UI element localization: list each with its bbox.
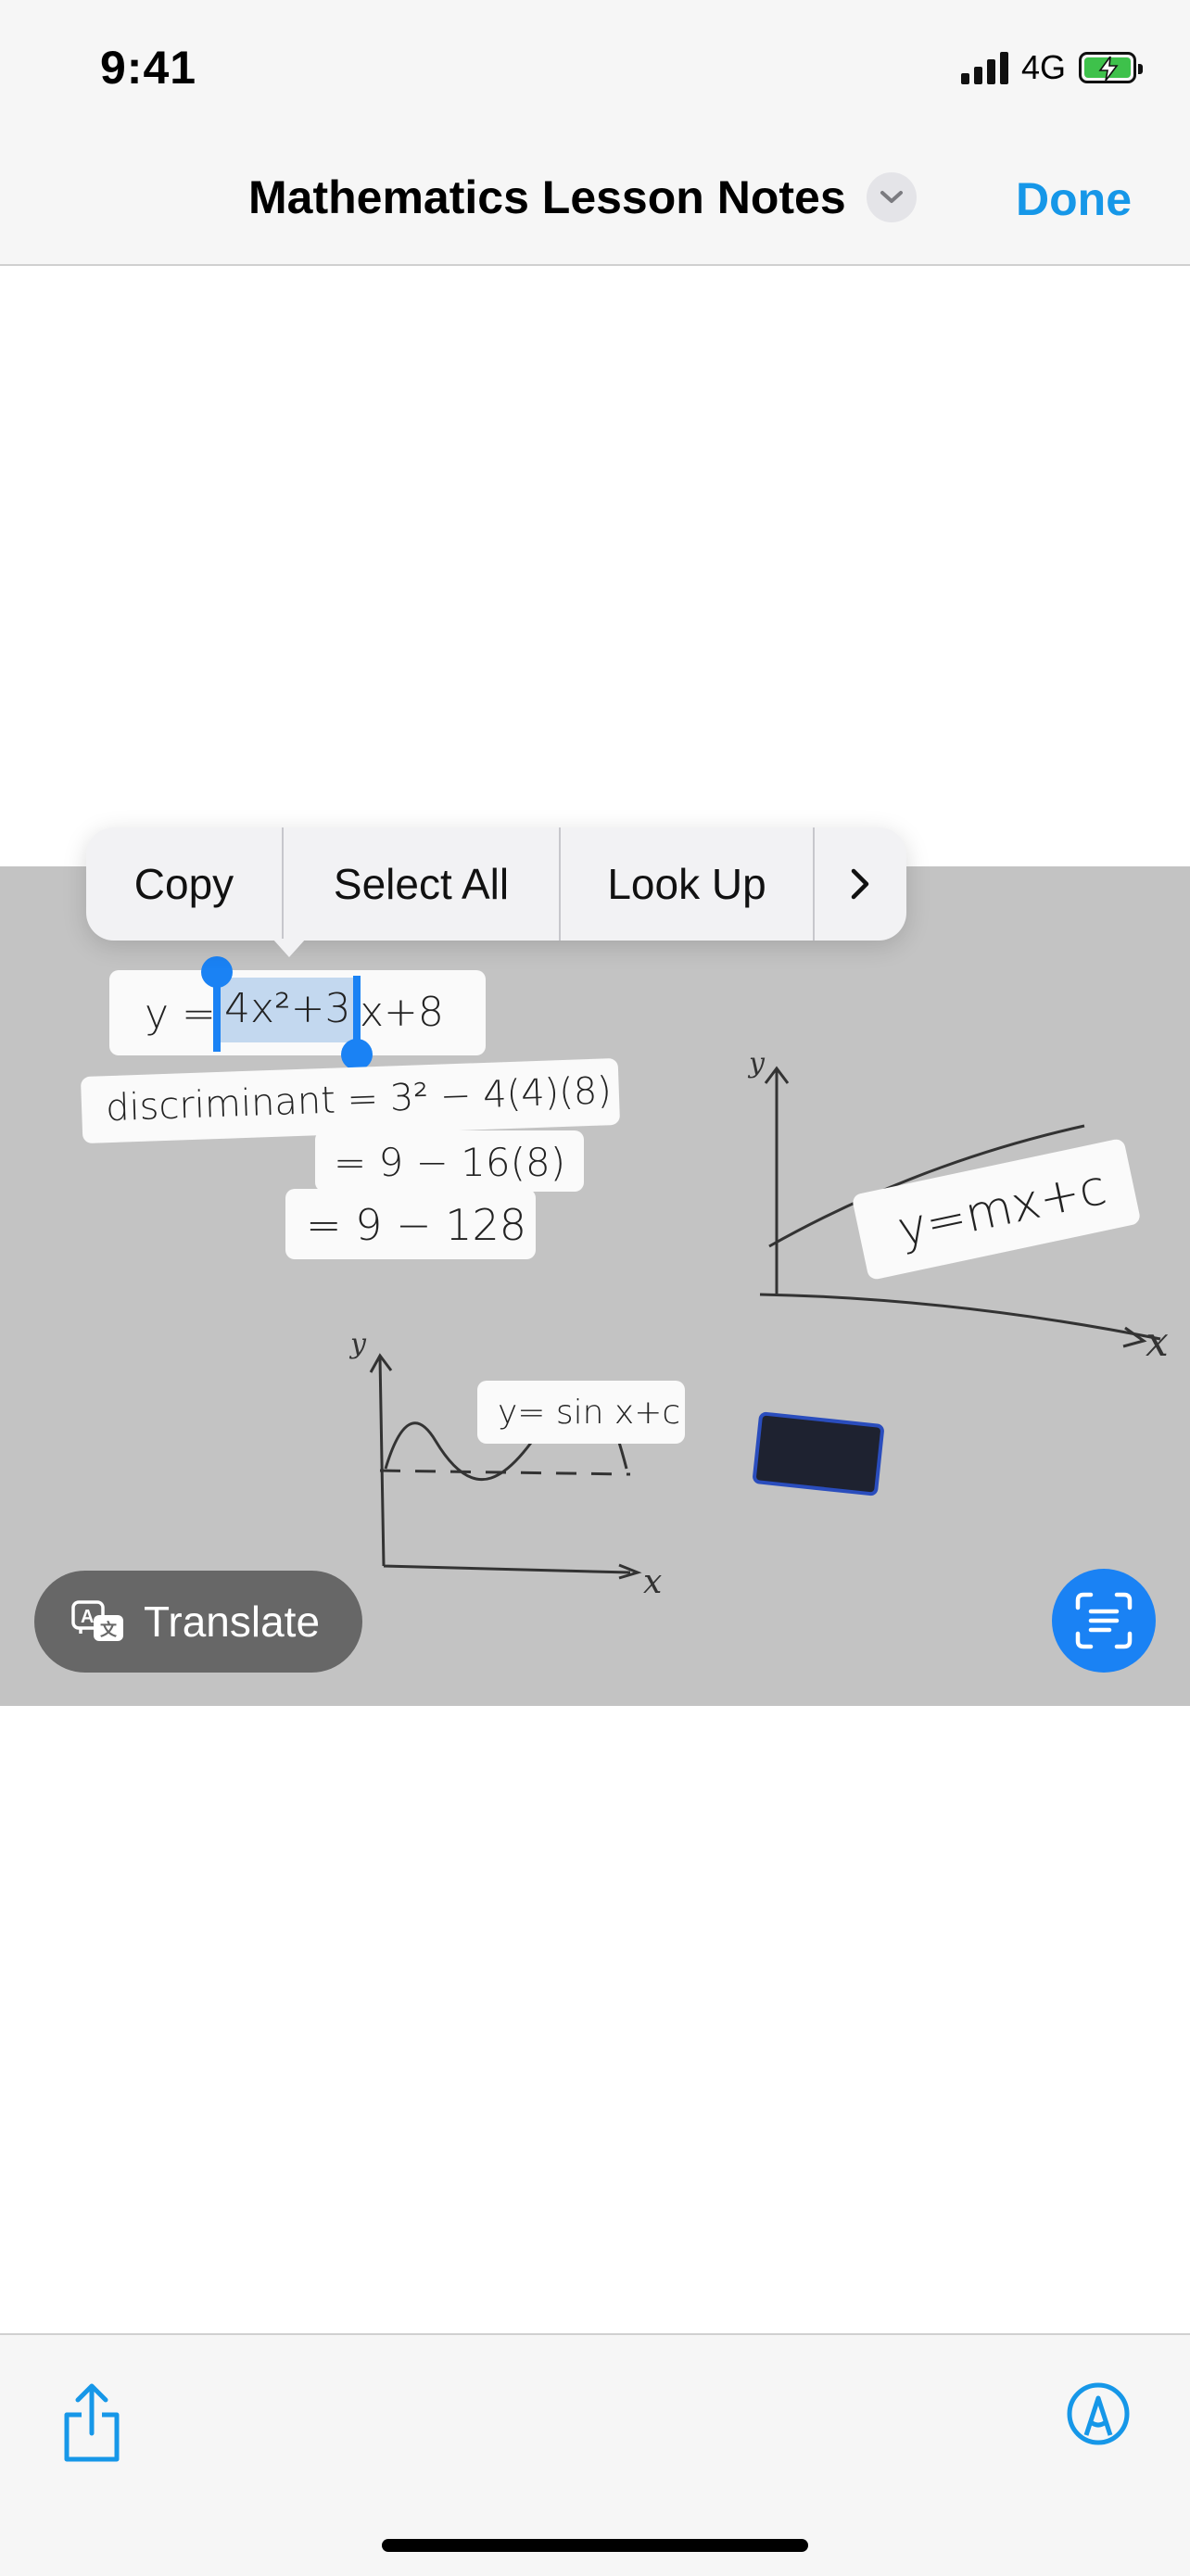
sine-graph (369, 1353, 642, 1580)
translate-button[interactable]: A 文 Translate (34, 1571, 362, 1673)
sine-x-axis-label: x (643, 1563, 663, 1601)
document-title[interactable]: Mathematics Lesson Notes (248, 170, 917, 224)
cellular-signal-icon (960, 51, 1008, 84)
done-button[interactable]: Done (1016, 172, 1132, 226)
svg-text:文: 文 (100, 1620, 118, 1640)
chevron-down-icon[interactable] (866, 172, 917, 222)
discriminant-card-2[interactable]: = 9 − 16(8) (315, 1130, 584, 1192)
discriminant-line-1: discriminant = 3² − 4(4)(8) (105, 1069, 613, 1130)
sine-label-card[interactable]: y= sin x+c (477, 1381, 685, 1444)
selection-end-knob[interactable] (341, 1039, 373, 1070)
svg-text:A: A (81, 1607, 94, 1627)
live-text-button[interactable] (1052, 1569, 1156, 1673)
more-menu-arrow[interactable] (815, 827, 905, 941)
discriminant-line-3: = 9 − 128 (306, 1200, 527, 1250)
document-title-text: Mathematics Lesson Notes (248, 171, 846, 223)
equation-rest: x+8 (360, 989, 444, 1036)
discriminant-line-2: = 9 − 16(8) (334, 1140, 566, 1185)
network-type: 4G (1020, 48, 1066, 86)
menu-pointer (272, 939, 306, 957)
equation-selected-text: 4x²+3 (224, 985, 351, 1032)
share-button[interactable] (59, 2381, 124, 2469)
status-icons: 4G (960, 48, 1143, 87)
chevron-right-icon (851, 868, 868, 900)
look-up-menu-item[interactable]: Look Up (561, 827, 813, 941)
sine-y-axis-label: y (350, 1328, 366, 1360)
text-context-menu: Copy Select All Look Up (86, 827, 906, 941)
linear-y-axis-label: y (749, 1047, 765, 1080)
selection-start-knob[interactable] (201, 956, 233, 988)
markup-pen-icon (1067, 2382, 1130, 2445)
home-indicator[interactable] (382, 2539, 808, 2552)
markup-button[interactable] (1066, 2381, 1131, 2451)
live-text-icon (1075, 1592, 1133, 1649)
select-all-menu-item[interactable]: Select All (284, 827, 559, 941)
translate-icon: A 文 (71, 1600, 123, 1641)
whiteboard-eraser (752, 1411, 885, 1496)
selection-start-handle[interactable] (213, 979, 221, 1052)
discriminant-card-3[interactable]: = 9 − 128 (285, 1189, 536, 1259)
battery-charging-icon (1079, 52, 1143, 83)
translate-label: Translate (144, 1597, 321, 1646)
selection-end-handle[interactable] (353, 976, 361, 1048)
equation-prefix: y = (145, 991, 216, 1038)
equation-card[interactable]: y = 4x²+3 x+8 (109, 970, 486, 1055)
linear-x-axis-label: x (1146, 1319, 1169, 1366)
share-icon (64, 2383, 120, 2462)
status-time: 9:41 (100, 42, 197, 94)
copy-menu-item[interactable]: Copy (86, 827, 282, 941)
sine-label: y= sin x+c (498, 1394, 681, 1432)
